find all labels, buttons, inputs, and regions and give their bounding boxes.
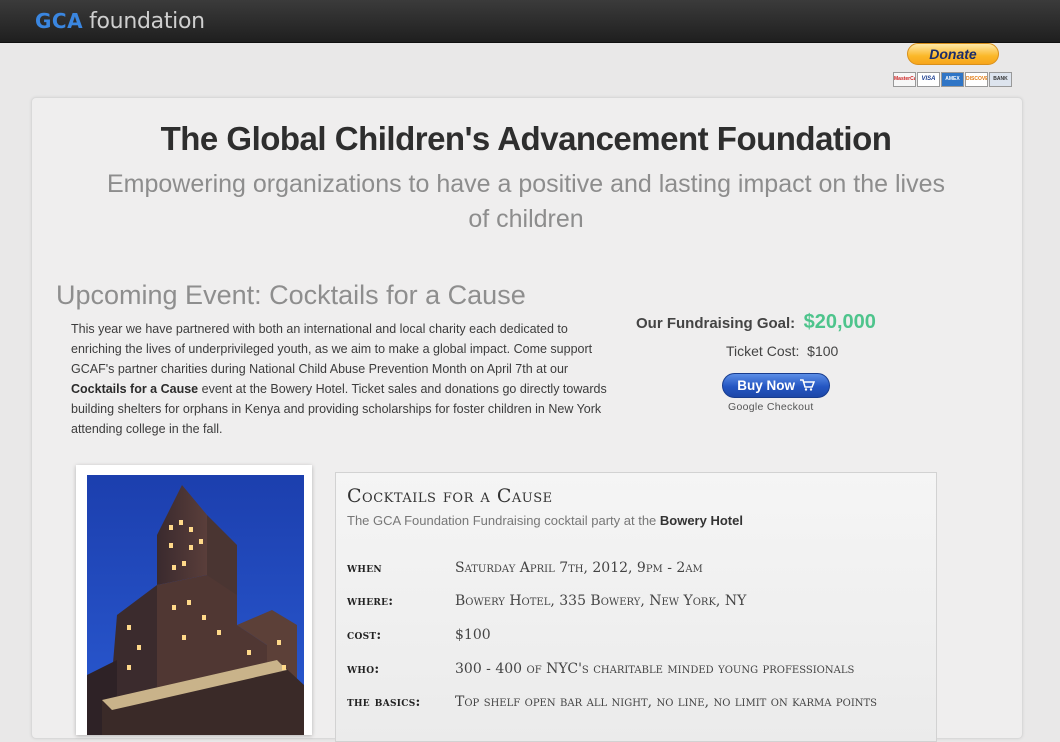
details-title: Cocktails for a Cause	[347, 485, 553, 507]
detail-value: Bowery Hotel, 335 Bowery, New York, NY	[455, 593, 747, 609]
goal-label: Our Fundraising Goal:	[636, 315, 796, 332]
details-venue-bold: Bowery Hotel	[659, 513, 743, 528]
details-subtitle-text: The GCA Foundation Fundraising cocktail …	[347, 513, 660, 528]
bank-icon: BANK	[989, 72, 1012, 87]
detail-label: who:	[347, 662, 380, 677]
page-subtitle: Empowering organizations to have a posit…	[107, 170, 945, 233]
fundraising-goal: Our Fundraising Goal: $20,000	[636, 311, 876, 334]
detail-value: Top shelf open bar all night, no line, n…	[455, 694, 878, 710]
ticket-cost: Ticket Cost: $100	[726, 343, 838, 359]
ticket-label: Ticket Cost:	[726, 343, 800, 359]
ticket-price: $100	[807, 343, 839, 359]
detail-label: when	[347, 561, 382, 576]
detail-label: where:	[347, 594, 394, 609]
detail-value: $100	[455, 627, 491, 643]
detail-value: Saturday April 7th, 2012, 9pm - 2am	[455, 560, 703, 576]
donate-button[interactable]: Donate	[907, 43, 999, 65]
google-checkout-label: Google Checkout	[728, 401, 814, 413]
logo-gca-text: GCA	[35, 9, 84, 33]
amex-icon: AMEX	[941, 72, 964, 87]
mastercard-icon: MasterCard	[893, 72, 916, 87]
hotel-photo-frame	[76, 465, 312, 735]
payment-cards: MasterCardVISAAMEXDISCOVERBANK	[893, 72, 1013, 88]
top-navbar: GCA foundation	[0, 0, 1060, 43]
event-name-bold: Cocktails for a Cause	[71, 382, 199, 396]
detail-label: cost:	[347, 628, 382, 643]
site-logo[interactable]: GCA foundation	[35, 9, 205, 34]
bowery-hotel-photo	[87, 475, 304, 735]
detail-value: 300 - 400 of NYC's charitable minded you…	[455, 661, 855, 677]
buy-now-button[interactable]: Buy Now	[722, 373, 830, 398]
event-details-box: Cocktails for a Cause The GCA Foundation…	[335, 472, 937, 742]
logo-foundation-text: foundation	[89, 9, 205, 34]
detail-label: the basics:	[347, 695, 421, 710]
details-subtitle: The GCA Foundation Fundraising cocktail …	[347, 513, 743, 528]
event-description-text: This year we have partnered with both an…	[71, 322, 593, 376]
goal-amount: $20,000	[803, 311, 876, 333]
event-heading: Upcoming Event: Cocktails for a Cause	[56, 280, 526, 310]
cart-icon	[799, 379, 815, 391]
buy-now-label: Buy Now	[737, 378, 795, 393]
visa-icon: VISA	[917, 72, 940, 87]
page-title: The Global Children's Advancement Founda…	[160, 120, 892, 157]
discover-icon: DISCOVER	[965, 72, 988, 87]
event-description: This year we have partnered with both an…	[71, 319, 611, 439]
